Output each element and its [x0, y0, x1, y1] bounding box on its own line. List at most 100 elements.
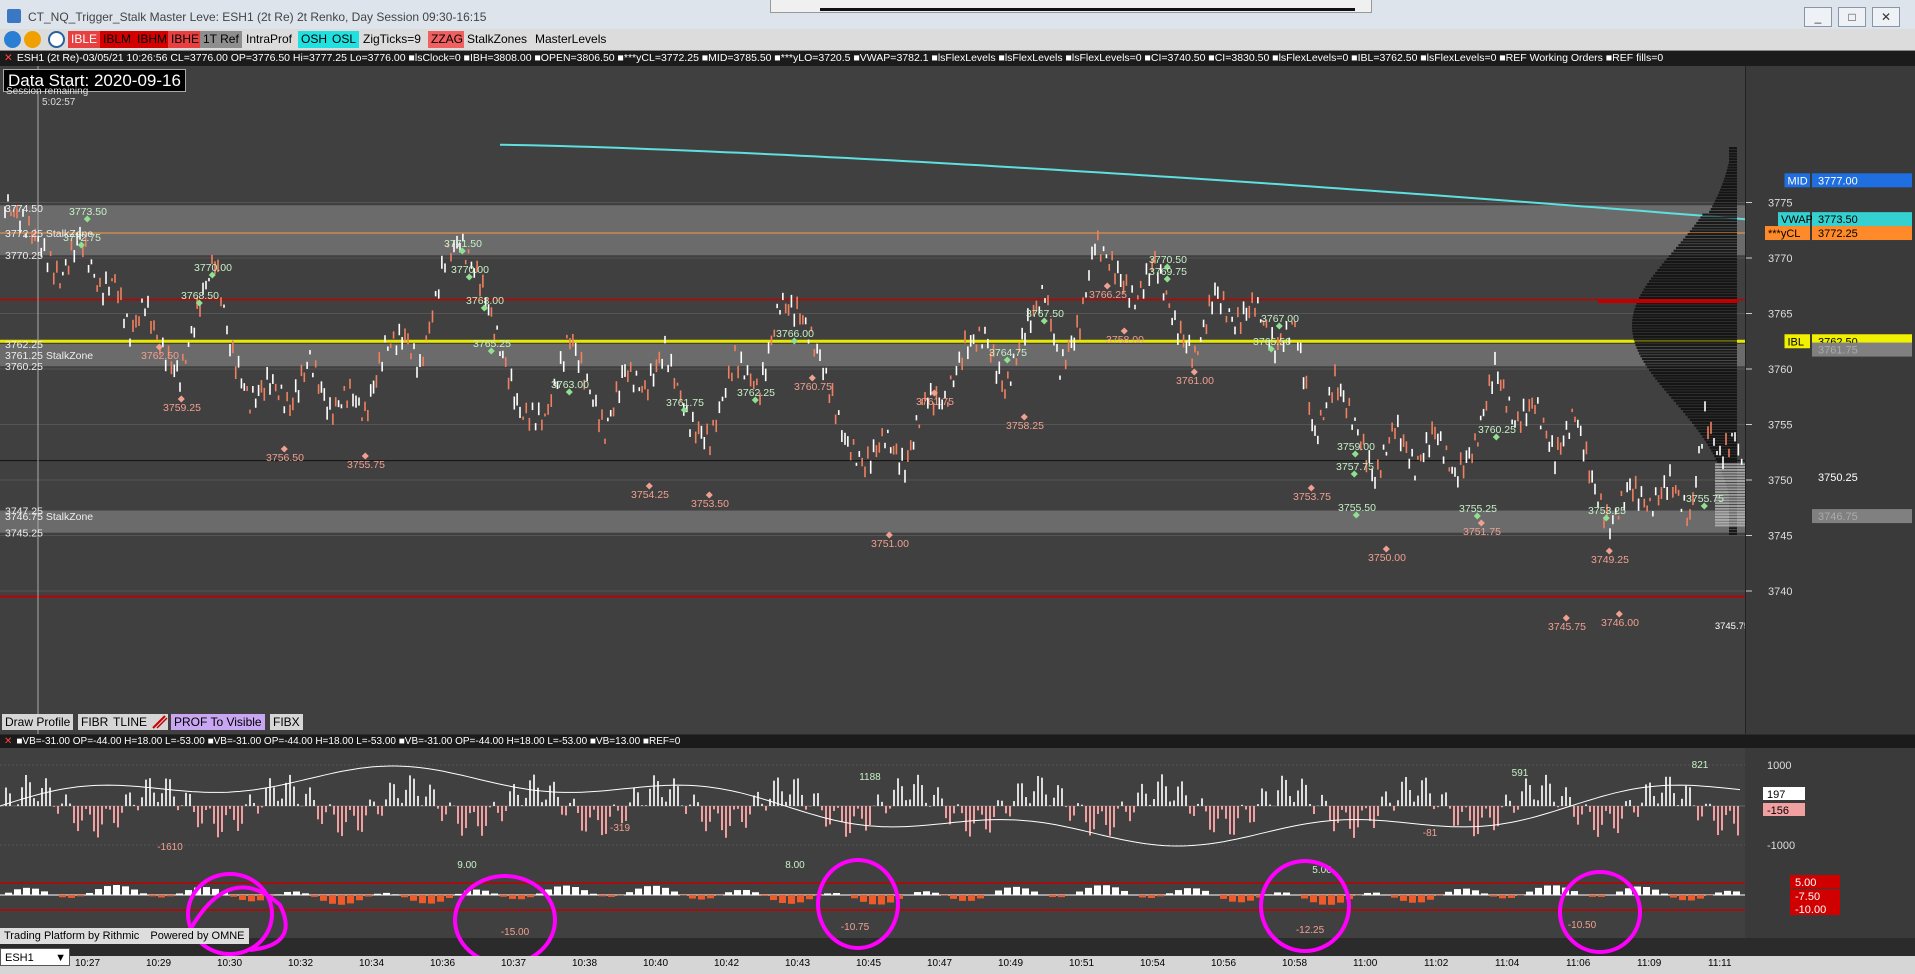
ind1-bar [1265, 791, 1267, 806]
ind1-bar [361, 806, 363, 832]
ind1-bar [1093, 806, 1095, 830]
volume-delta-panel[interactable]: 1188 -1610 591 821 -319 -81 [0, 748, 1745, 858]
chevron-down-icon[interactable]: ▼ [55, 949, 66, 967]
ind1-bar [1485, 806, 1487, 809]
ind1-bar [1357, 806, 1359, 828]
ind1-bar [721, 806, 723, 831]
platform-credit-bar: Trading Platform by Rithmic Powered by O… [0, 928, 249, 944]
ind2-bar [914, 892, 921, 895]
toolbar-button-osh[interactable]: OSH [298, 31, 331, 48]
ind1-bar [149, 778, 151, 806]
trigger-panel[interactable]: -10.75 -10.50 -12.25 -15.00 9.00 8.00 5.00 [0, 858, 1745, 938]
ind1-bar [1505, 794, 1507, 806]
close-panel-icon[interactable]: ✕ [4, 52, 13, 64]
clock-icon[interactable] [48, 31, 65, 48]
draw-line-icon[interactable] [150, 714, 168, 730]
ind1-bar [53, 806, 55, 807]
ycl-value: 3772.25 [1818, 228, 1858, 240]
ind1-bar [437, 806, 439, 809]
toolbar-button-intraprof[interactable]: IntraProf [243, 31, 296, 48]
price-axis[interactable]: 3775 3770 3765 3760 3755 3750 3745 3740 MID 3777.… [1745, 66, 1915, 734]
left-level-label: 3772.25 StalkZone [5, 228, 93, 240]
toolbar-button-1t-ref[interactable]: 1T Ref [200, 31, 242, 48]
toolbar-button-osl[interactable]: OSL [329, 31, 360, 48]
draw-profile-button[interactable]: Draw Profile [2, 714, 74, 730]
ind1-bar [597, 806, 599, 821]
ind1-bar [281, 798, 283, 806]
volume-profile-bar [1678, 244, 1737, 247]
ind1-bar [1057, 785, 1059, 806]
toolbar-button-zzag[interactable]: ZZAG [428, 31, 466, 48]
toolbar-button-ible[interactable]: IBLE [68, 31, 101, 48]
volume-profile-bar [1721, 185, 1737, 189]
ind1-bar [1121, 801, 1123, 806]
volume-profile-bar [1673, 249, 1737, 252]
ind1-bar [861, 806, 863, 819]
volume-profile-bar [1643, 288, 1737, 291]
ind2-bar [1157, 895, 1164, 897]
toolbar-button-iblm[interactable]: IBLM [100, 31, 135, 48]
ind1-bar [357, 806, 359, 831]
ind1-bar [1521, 791, 1523, 806]
time-tick-label: 10:27 [75, 958, 101, 969]
maximize-button[interactable]: □ [1838, 7, 1866, 27]
swing-low-label: 3751.75 [1463, 526, 1501, 538]
minimize-button[interactable]: _ [1804, 7, 1832, 27]
toolbar-button-stalkzones[interactable]: StalkZones [464, 31, 531, 48]
ind1-bar [589, 806, 591, 818]
last-low-label: 3745.75 [1715, 621, 1745, 632]
close-button[interactable]: ✕ [1872, 7, 1900, 27]
volume-profile-bar [1668, 393, 1737, 397]
toolbar-button-zigticks[interactable]: ZigTicks=9 [360, 31, 424, 48]
tline-button[interactable]: TLINE [110, 714, 151, 730]
toolbar-button-ibhm[interactable]: IBHM [134, 31, 170, 48]
ind1-bar [1129, 806, 1131, 822]
ind1-bar [1589, 806, 1591, 812]
current-price-value: 3750.25 [1818, 472, 1858, 484]
ind1-bar [985, 806, 987, 830]
ind1-bar [733, 806, 735, 810]
fibx-button[interactable]: FIBX [270, 714, 303, 730]
ind2-bar [59, 895, 66, 898]
fibr-button[interactable]: FIBR [78, 714, 112, 730]
ind2-bar [1571, 891, 1578, 895]
left-level-label: 3746.75 StalkZone [5, 511, 93, 523]
ind2-bar [1454, 889, 1461, 895]
ind1-bar [605, 806, 607, 834]
prof-to-visible-button[interactable]: PROF To Visible [171, 714, 265, 730]
profile-current-bar [1715, 480, 1745, 482]
volume-profile-bar [1725, 174, 1737, 177]
ind2-bar [1193, 888, 1200, 895]
close-indicator-icon[interactable]: ✕ [4, 736, 12, 747]
swing-high-label: 3767.50 [1026, 308, 1064, 320]
volume-profile-bar [1685, 235, 1737, 238]
ind1-bar [617, 806, 619, 811]
session-remaining-text: Session remaining [6, 86, 89, 97]
ind1-bar [157, 801, 159, 806]
ind1-bar [769, 798, 771, 806]
left-level-label: 3745.25 [5, 528, 43, 540]
ind2-bar [1553, 885, 1560, 895]
ind1-bar [405, 789, 407, 806]
ind2-bar [662, 887, 669, 895]
cursor-icon[interactable] [24, 31, 41, 48]
refresh-icon[interactable] [4, 31, 21, 48]
trigger-canvas: -10.75 -10.50 -12.25 -15.00 9.00 8.00 5.00 [0, 860, 1745, 938]
ind1-bar [1633, 806, 1635, 813]
toolbar-button-masterlevels[interactable]: MasterLevels [532, 31, 610, 48]
stalk-top-value: 3761.75 [1818, 345, 1858, 357]
swing-high-label: 3767.00 [1261, 313, 1299, 325]
time-tick-label: 11:02 [1424, 958, 1449, 969]
profile-current-bar [1715, 468, 1745, 471]
ind1-bar [1461, 806, 1463, 812]
app-icon [7, 9, 21, 23]
swing-high-label: 3760.25 [1478, 424, 1516, 436]
ind2-bar [554, 886, 561, 895]
ind1-bar [925, 802, 927, 806]
toolbar-button-ibhe[interactable]: IBHE [168, 31, 203, 48]
volume-profile-bar [1678, 405, 1737, 408]
ind1-bar [137, 806, 139, 811]
ind1-bar [869, 806, 871, 826]
symbol-selector[interactable]: ESH1 ▼ [0, 948, 70, 966]
price-chart[interactable]: 3773.50 3772.75 3770.00 3768.50 3771.50 3770.… [0, 66, 1749, 734]
